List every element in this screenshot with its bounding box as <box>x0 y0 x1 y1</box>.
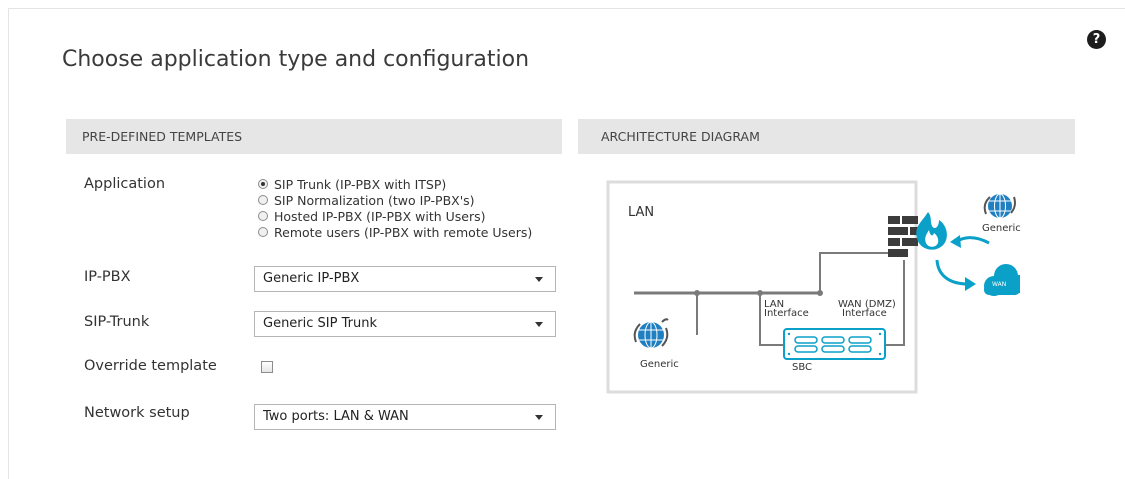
radio-button-sip-normalization[interactable] <box>258 195 268 205</box>
generic-right-label: Generic <box>982 223 1021 234</box>
network-setup-select-value: Two ports: LAN & WAN <box>263 409 409 424</box>
radio-sip-normalization[interactable]: SIP Normalization (two IP-PBX's) <box>258 192 532 208</box>
ip-pbx-label: IP-PBX <box>84 269 131 285</box>
wan-interface-label-line2: Interface <box>842 308 887 319</box>
sip-trunk-label: SIP-Trunk <box>84 314 150 330</box>
wan-cloud-label: WAN <box>992 281 1007 288</box>
page-title: Choose application type and configuratio… <box>62 47 530 72</box>
generic-left-label: Generic <box>640 359 679 370</box>
radio-remote-users[interactable]: Remote users (IP-PBX with remote Users) <box>258 224 532 240</box>
radio-button-sip-trunk[interactable] <box>258 179 268 189</box>
architecture-diagram-header: ARCHITECTURE DIAGRAM <box>578 119 1075 154</box>
sip-trunk-select-value: Generic SIP Trunk <box>263 316 377 331</box>
radio-label-sip-normalization: SIP Normalization (two IP-PBX's) <box>274 192 475 208</box>
arrow-to-wan-head-icon <box>965 277 976 291</box>
content-frame-left-border <box>8 8 9 479</box>
chevron-down-icon <box>535 322 543 327</box>
ip-pbx-select[interactable]: Generic IP-PBX <box>254 266 556 292</box>
arrow-from-generic-head-icon <box>950 235 961 248</box>
predefined-templates-header: PRE-DEFINED TEMPLATES <box>66 119 562 154</box>
cloud-icon <box>984 264 1020 296</box>
radio-label-hosted-ip-pbx: Hosted IP-PBX (IP-PBX with Users) <box>274 208 486 224</box>
network-setup-label: Network setup <box>84 405 190 421</box>
arrow-to-wan-icon <box>935 259 969 286</box>
sbc-icon <box>783 328 886 360</box>
radio-button-remote-users[interactable] <box>258 227 268 237</box>
application-label: Application <box>84 176 166 192</box>
radio-hosted-ip-pbx[interactable]: Hosted IP-PBX (IP-PBX with Users) <box>258 208 532 224</box>
override-template-checkbox[interactable] <box>261 361 273 373</box>
radio-label-sip-trunk: SIP Trunk (IP-PBX with ITSP) <box>274 176 447 192</box>
sip-trunk-select[interactable]: Generic SIP Trunk <box>254 311 556 337</box>
chevron-down-icon <box>535 415 543 420</box>
help-icon[interactable]: ? <box>1087 30 1106 49</box>
sbc-label: SBC <box>792 362 813 373</box>
globe-icon-right <box>983 193 1016 219</box>
application-radio-group: SIP Trunk (IP-PBX with ITSP) SIP Normali… <box>258 176 532 240</box>
radio-sip-trunk[interactable]: SIP Trunk (IP-PBX with ITSP) <box>258 176 532 192</box>
network-setup-select[interactable]: Two ports: LAN & WAN <box>254 404 556 430</box>
content-frame-top-border <box>8 8 1125 9</box>
radio-label-remote-users: Remote users (IP-PBX with remote Users) <box>274 224 533 240</box>
radio-button-hosted-ip-pbx[interactable] <box>258 211 268 221</box>
chevron-down-icon <box>535 277 543 282</box>
override-template-label: Override template <box>84 358 217 374</box>
ip-pbx-select-value: Generic IP-PBX <box>263 271 360 286</box>
lan-interface-label-line2: Interface <box>764 308 809 319</box>
lan-label: LAN <box>628 205 655 220</box>
architecture-diagram: LAN LAN Interface WAN (DMZ) Interface SB… <box>606 180 1021 396</box>
arrow-from-generic-icon <box>955 236 990 245</box>
